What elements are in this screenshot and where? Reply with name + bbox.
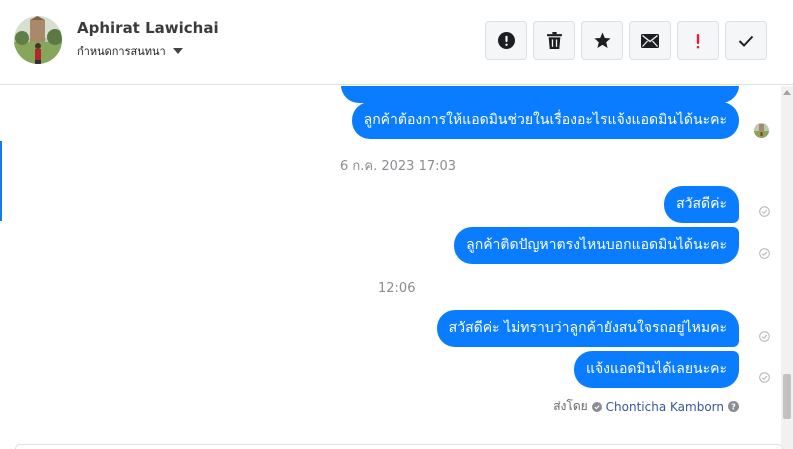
- sent-check-icon: [759, 248, 770, 259]
- delete-button[interactable]: [533, 21, 575, 60]
- sent-check-icon: [759, 331, 770, 342]
- message-bubble: สวัสดีค่ะ ไม่ทราบว่าลูกค้ายังสนใจรถอยู่ไ…: [436, 310, 739, 347]
- alert-icon: [497, 32, 515, 49]
- message-bubble-partial: [341, 86, 739, 103]
- help-icon[interactable]: ?: [728, 401, 739, 412]
- caret-down-icon: [172, 48, 183, 54]
- message-bubble: ลูกค้าติดปัญหาตรงไหนบอกแอดมินได้นะคะ: [454, 227, 739, 264]
- agent-name[interactable]: Chonticha Kamborn: [606, 400, 724, 414]
- sent-check-icon: [759, 372, 770, 383]
- message-bubble: สวัสดีค่ะ: [664, 186, 739, 223]
- check-icon: [738, 35, 754, 47]
- star-icon: [593, 32, 611, 48]
- envelope-icon: [641, 33, 659, 48]
- sent-check-icon: [759, 206, 770, 217]
- mark-unread-button[interactable]: [629, 21, 671, 60]
- message-bubble: แจ้งแอดมินได้เลยนะคะ: [573, 351, 739, 388]
- timestamp: 6 ก.ค. 2023 17:03: [340, 159, 457, 174]
- mark-done-button[interactable]: [725, 21, 767, 60]
- trash-icon: [546, 32, 562, 49]
- contact-name[interactable]: Aphirat Lawichai: [77, 19, 219, 37]
- scroll-up-arrow-icon[interactable]: [783, 90, 791, 95]
- check-circle-icon: [591, 401, 602, 412]
- scrollbar[interactable]: [781, 86, 793, 449]
- svg-text:?: ?: [731, 403, 736, 412]
- assign-conversation-label: กำหนดการสนทนา: [77, 45, 166, 58]
- star-button[interactable]: [581, 21, 623, 60]
- exclamation-icon: [696, 33, 700, 48]
- conversation-actions: [485, 21, 767, 60]
- message-list[interactable]: ลูกค้าต้องการให้แอดมินช่วยในเรื่องอะไรแจ…: [0, 86, 781, 449]
- mark-spam-button[interactable]: [485, 21, 527, 60]
- message-bubble: ลูกค้าต้องการให้แอดมินช่วยในเรื่องอะไรแจ…: [351, 102, 739, 139]
- sent-by: ส่งโดย Chonticha Kamborn ?: [553, 397, 739, 416]
- mark-important-button[interactable]: [677, 21, 719, 60]
- assign-conversation-dropdown[interactable]: กำหนดการสนทนา: [77, 42, 183, 60]
- sent-by-label: ส่งโดย: [553, 399, 588, 413]
- scroll-thumb[interactable]: [783, 374, 791, 419]
- timestamp: 12:06: [378, 281, 416, 296]
- conversation-header: Aphirat Lawichai กำหนดการสนทนา: [0, 0, 793, 85]
- contact-avatar[interactable]: [14, 16, 62, 64]
- message-composer[interactable]: [15, 444, 783, 449]
- seen-avatar: [754, 123, 769, 138]
